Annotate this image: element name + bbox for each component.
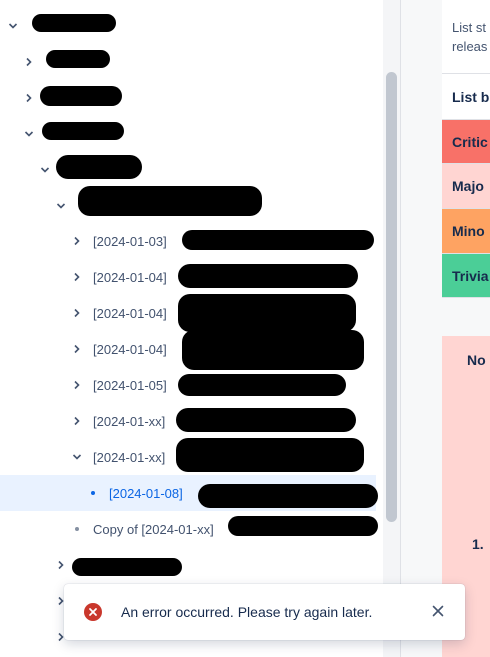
- table-header: List b: [442, 74, 490, 120]
- tree-item-label: [2024-01-04]: [93, 269, 167, 285]
- priority-row-critical: Critic: [442, 120, 490, 164]
- redaction-mark: [228, 516, 378, 536]
- page-tree-sidebar: [2024-01-03] [2024-01-04] [2024-01-04] […: [0, 0, 400, 657]
- info-text-line1: List st: [452, 19, 486, 35]
- tree-item[interactable]: [0, 547, 376, 583]
- priority-row-minor: Mino: [442, 209, 490, 254]
- redaction-mark: [178, 264, 358, 288]
- tree-item-label: [2024-01-03]: [93, 233, 167, 249]
- redaction-mark: [178, 374, 346, 396]
- tree-item-label: Copy of [2024-01-xx]: [93, 521, 214, 537]
- chevron-down-icon[interactable]: [53, 198, 69, 214]
- chevron-right-icon[interactable]: [69, 413, 85, 429]
- redaction-mark: [40, 86, 122, 106]
- info-text-line2: releas: [452, 38, 488, 54]
- redaction-mark: [182, 330, 364, 370]
- redaction-mark: [32, 14, 116, 32]
- bullet-icon: [69, 521, 85, 537]
- priority-row-major: Majo: [442, 164, 490, 209]
- bullet-icon: [85, 485, 101, 501]
- redaction-mark: [72, 558, 182, 576]
- info-cell: List st releas: [442, 0, 490, 74]
- redaction-mark: [198, 484, 378, 508]
- redaction-mark: [78, 186, 262, 216]
- redaction-mark: [182, 230, 374, 250]
- chevron-right-icon[interactable]: [69, 233, 85, 249]
- close-icon[interactable]: [431, 604, 445, 618]
- chevron-right-icon[interactable]: [69, 377, 85, 393]
- chevron-right-icon[interactable]: [21, 90, 37, 106]
- priority-row-trivial: Trivia: [442, 254, 490, 298]
- chevron-right-icon[interactable]: [21, 54, 37, 70]
- tree-item-label: [2024-01-04]: [93, 341, 167, 357]
- page-content: List st releas List b Critic Majo Mino T…: [401, 0, 490, 657]
- redaction-mark: [176, 408, 356, 432]
- toast-message: An error occurred. Please try again late…: [121, 604, 373, 620]
- chevron-right-icon[interactable]: [69, 341, 85, 357]
- error-icon: [84, 603, 102, 621]
- chevron-down-icon[interactable]: [37, 162, 53, 178]
- redaction-mark: [42, 122, 124, 140]
- chevron-right-icon[interactable]: [69, 305, 85, 321]
- redaction-mark: [46, 50, 110, 68]
- redaction-mark: [178, 294, 356, 332]
- cell-heading: No: [467, 352, 486, 368]
- tree-item-label: [2024-01-05]: [93, 377, 167, 393]
- tree-item-label: [2024-01-08]: [109, 485, 183, 501]
- list-number: 1.: [472, 536, 484, 552]
- chevron-right-icon[interactable]: [69, 269, 85, 285]
- tree-item-label: [2024-01-xx]: [93, 449, 166, 465]
- chevron-down-icon[interactable]: [21, 126, 37, 142]
- redaction-mark: [176, 438, 364, 472]
- tree-item-label: [2024-01-04]: [93, 305, 167, 321]
- chevron-right-icon[interactable]: [53, 557, 69, 573]
- chevron-down-icon[interactable]: [5, 18, 21, 34]
- tree-item-label: [2024-01-xx]: [93, 413, 166, 429]
- chevron-down-icon[interactable]: [69, 449, 85, 465]
- redaction-mark: [56, 155, 142, 179]
- error-toast: An error occurred. Please try again late…: [64, 584, 465, 640]
- scrollbar-thumb[interactable]: [386, 72, 397, 522]
